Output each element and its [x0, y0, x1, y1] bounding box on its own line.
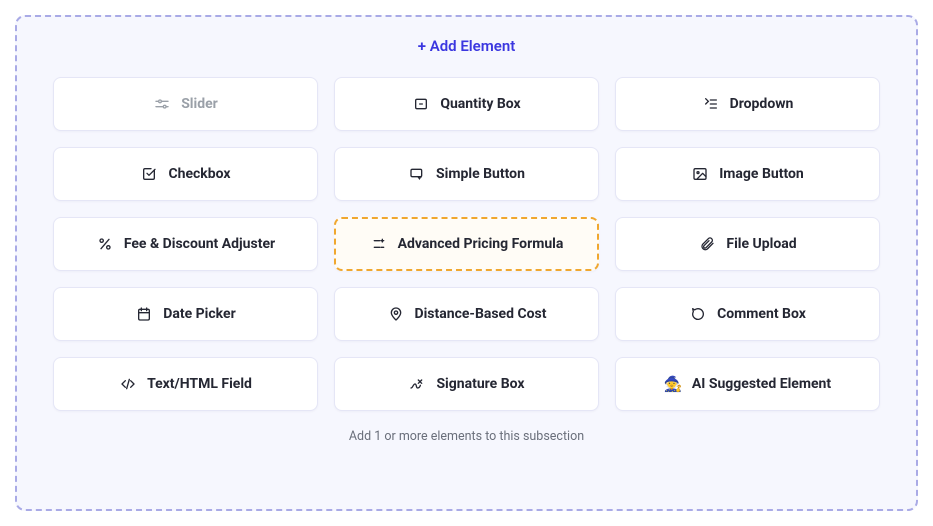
- card-label: Checkbox: [168, 166, 230, 182]
- card-label: Text/HTML Field: [147, 376, 252, 392]
- checkbox-icon: [140, 165, 158, 183]
- card-advanced-pricing[interactable]: Advanced Pricing Formula: [334, 217, 599, 271]
- card-label: Dropdown: [730, 96, 794, 112]
- card-label: Comment Box: [717, 306, 806, 322]
- comment-icon: [689, 305, 707, 323]
- card-comment-box[interactable]: Comment Box: [615, 287, 880, 341]
- card-signature-box[interactable]: Signature Box: [334, 357, 599, 411]
- card-label: Slider: [181, 96, 218, 112]
- quantity-box-icon: [412, 95, 430, 113]
- element-grid: Slider Quantity Box Dropdown Checkbox: [53, 77, 880, 411]
- card-quantity-box[interactable]: Quantity Box: [334, 77, 599, 131]
- card-label: AI Suggested Element: [692, 376, 831, 392]
- code-icon: [119, 375, 137, 393]
- card-dropdown[interactable]: Dropdown: [615, 77, 880, 131]
- card-label: Simple Button: [436, 166, 525, 182]
- card-label: Quantity Box: [440, 96, 520, 112]
- card-ai-suggested[interactable]: 🧙 AI Suggested Element: [615, 357, 880, 411]
- page-root: + Add Element Slider Quantity Box Dropdo…: [0, 0, 933, 526]
- attachment-icon: [698, 235, 716, 253]
- card-simple-button[interactable]: Simple Button: [334, 147, 599, 201]
- card-distance-cost[interactable]: Distance-Based Cost: [334, 287, 599, 341]
- card-slider[interactable]: Slider: [53, 77, 318, 131]
- location-icon: [387, 305, 405, 323]
- card-file-upload[interactable]: File Upload: [615, 217, 880, 271]
- card-label: Date Picker: [163, 306, 235, 322]
- card-label: Image Button: [719, 166, 804, 182]
- card-label: File Upload: [726, 236, 796, 252]
- card-label: Distance-Based Cost: [415, 306, 547, 322]
- card-checkbox[interactable]: Checkbox: [53, 147, 318, 201]
- dropdown-icon: [702, 95, 720, 113]
- panel-hint: Add 1 or more elements to this subsectio…: [53, 429, 880, 444]
- percent-icon: [96, 235, 114, 253]
- card-label: Signature Box: [436, 376, 524, 392]
- card-image-button[interactable]: Image Button: [615, 147, 880, 201]
- card-date-picker[interactable]: Date Picker: [53, 287, 318, 341]
- formula-icon: [370, 235, 388, 253]
- signature-icon: [408, 375, 426, 393]
- button-icon: [408, 165, 426, 183]
- sliders-icon: [153, 95, 171, 113]
- image-icon: [691, 165, 709, 183]
- calendar-icon: [135, 305, 153, 323]
- card-fee-discount[interactable]: Fee & Discount Adjuster: [53, 217, 318, 271]
- card-label: Advanced Pricing Formula: [398, 236, 564, 252]
- add-element-panel: + Add Element Slider Quantity Box Dropdo…: [15, 15, 918, 511]
- card-label: Fee & Discount Adjuster: [124, 236, 275, 252]
- add-element-link[interactable]: + Add Element: [53, 37, 880, 55]
- wizard-icon: 🧙: [664, 375, 682, 393]
- card-text-html[interactable]: Text/HTML Field: [53, 357, 318, 411]
